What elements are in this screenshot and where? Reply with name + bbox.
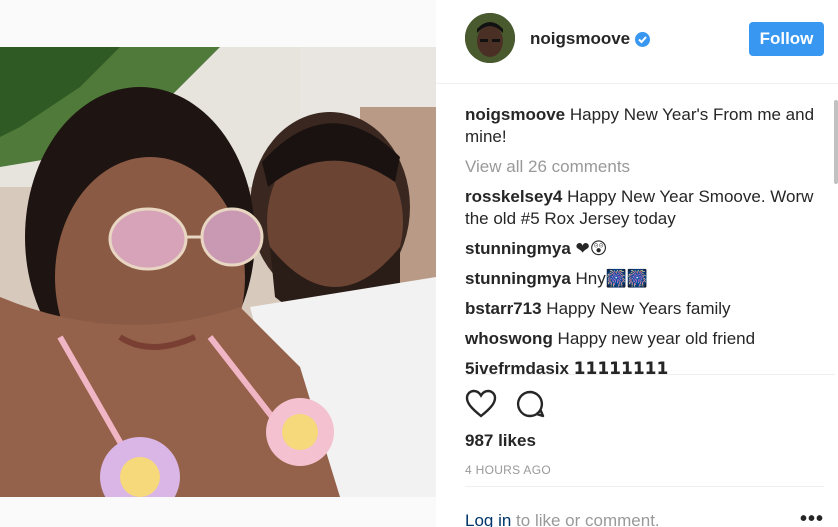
comment-item: whoswong Happy new year old friend [465,328,835,350]
comment-text: Happy New Years family [541,299,731,318]
comment-text: ❤😲 [570,239,608,258]
caption: noigsmoove Happy New Year's From me and … [465,104,835,148]
comment-item: bstarr713 Happy New Years family [465,298,835,320]
post-author-username[interactable]: noigsmoove [530,29,630,49]
avatar-illustration [465,13,515,63]
comment-username[interactable]: whoswong [465,329,553,348]
comment-username[interactable]: 5ivefrmdasix [465,359,569,374]
post-timestamp: 4 HOURS AGO [465,463,551,477]
post-header: noigsmoove Follow [436,0,838,84]
more-options-icon[interactable]: ••• [800,509,824,527]
comment-username[interactable]: stunningmya [465,269,571,288]
comment-bubble-icon[interactable] [515,389,545,419]
comment-item: stunningmya Hny🎆🎆 [465,268,835,290]
post-media-area [0,0,436,527]
comment-item: 5ivefrmdasix 𝟭𝟭𝟭𝟭𝟭𝟭𝟭𝟭 [465,358,835,374]
login-prompt-bar: Log in to like or comment. ••• [465,486,824,527]
follow-button[interactable]: Follow [749,22,824,56]
verified-badge-icon [635,32,650,47]
avatar[interactable] [465,13,515,63]
comments-scrollbar[interactable] [834,100,838,184]
login-link[interactable]: Log in [465,511,511,527]
comment-item: stunningmya ❤😲 [465,238,835,260]
selfie-photo-illustration [0,47,436,497]
likes-count[interactable]: 987 likes [465,431,536,451]
comment-text: 𝟭𝟭𝟭𝟭𝟭𝟭𝟭𝟭 [568,359,669,374]
comment-username[interactable]: stunningmya [465,239,571,258]
view-all-comments-link[interactable]: View all 26 comments [465,156,835,178]
post-photo[interactable] [0,47,436,497]
comment-item: rosskelsey4 Happy New Year Smoove. Worw … [465,186,835,230]
comment-text: Hny🎆🎆 [570,269,649,288]
comment-username[interactable]: rosskelsey4 [465,187,562,206]
comments-list[interactable]: noigsmoove Happy New Year's From me and … [465,104,835,374]
heart-icon[interactable] [465,389,497,419]
login-prompt-suffix: to like or comment. [511,511,660,527]
comment-username[interactable]: bstarr713 [465,299,542,318]
caption-username[interactable]: noigsmoove [465,105,565,124]
post-actions: 987 likes 4 HOURS AGO [465,374,835,486]
post-details-panel: noigsmoove Follow noigsmoove Happy New Y… [436,0,838,527]
comment-text: Happy new year old friend [552,329,756,348]
login-prompt: Log in to like or comment. [465,511,660,527]
